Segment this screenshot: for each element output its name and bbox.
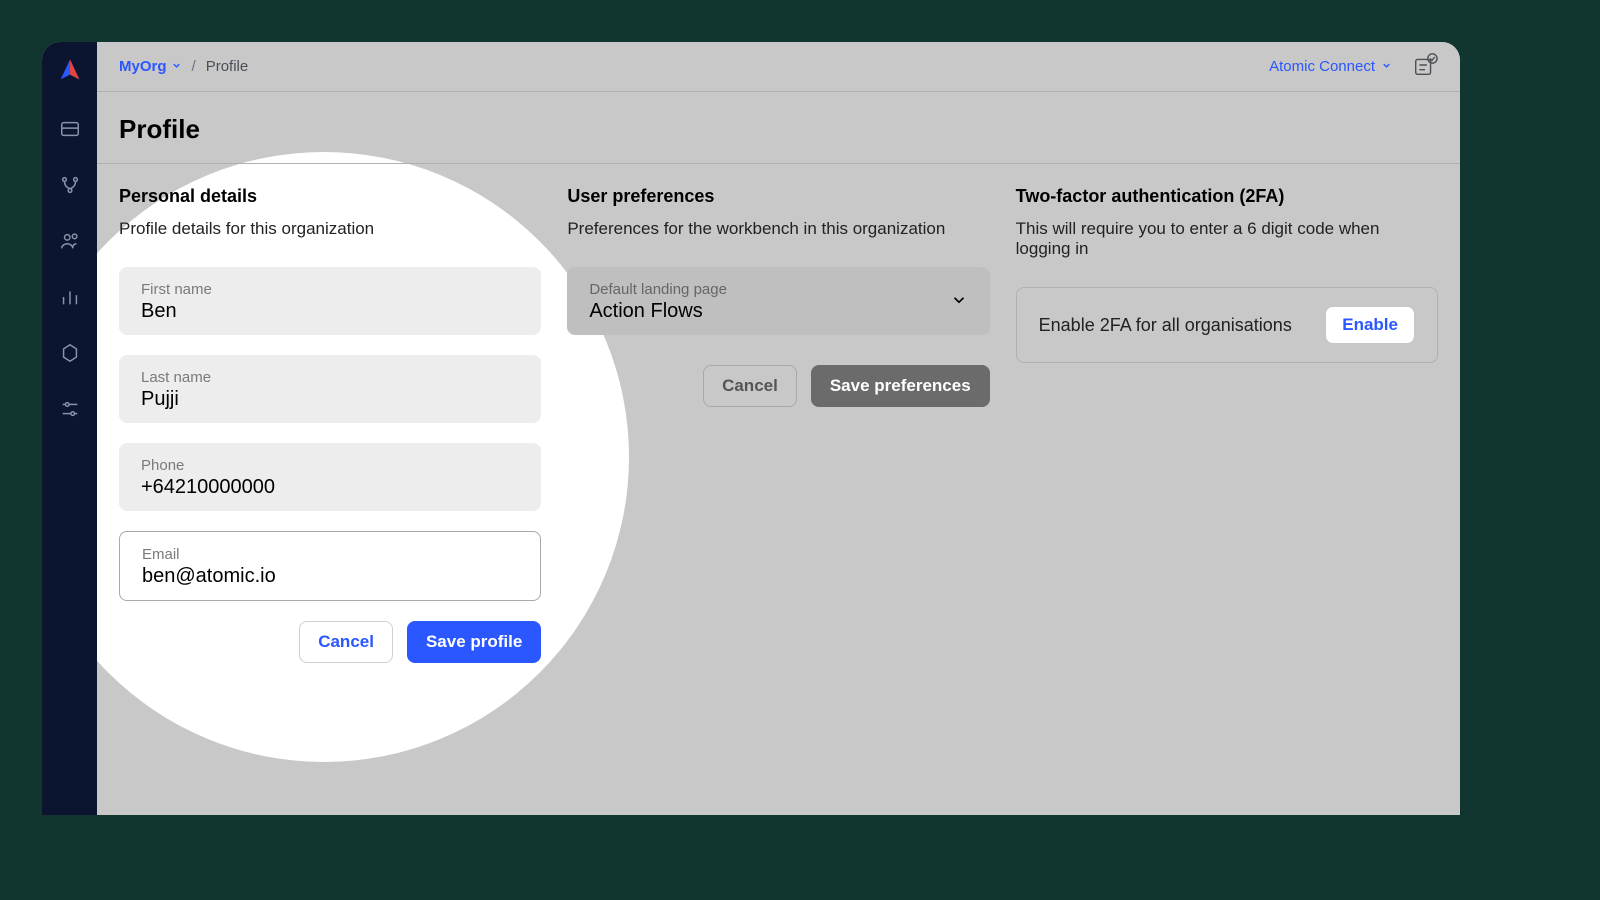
last-name-field[interactable]: Last name Pujji bbox=[119, 355, 541, 423]
sidebar bbox=[42, 42, 97, 815]
cancel-button[interactable]: Cancel bbox=[299, 621, 393, 663]
select-value: Action Flows bbox=[589, 300, 727, 323]
tfa-section: Two-factor authentication (2FA) This wil… bbox=[1016, 186, 1438, 663]
enable-2fa-button[interactable]: Enable bbox=[1325, 306, 1415, 344]
field-label: Phone bbox=[141, 457, 519, 474]
breadcrumb-separator: / bbox=[192, 58, 196, 75]
user-preferences-section: User preferences Preferences for the wor… bbox=[567, 186, 989, 663]
settings-icon[interactable] bbox=[59, 342, 81, 364]
select-label: Default landing page bbox=[589, 281, 727, 298]
landing-page-select[interactable]: Default landing page Action Flows bbox=[567, 267, 989, 335]
cards-icon[interactable] bbox=[59, 118, 81, 140]
email-field[interactable]: Email ben@atomic.io bbox=[119, 531, 541, 601]
app-window: MyOrg / Profile Atomic Connect P bbox=[42, 42, 1460, 815]
flows-icon[interactable] bbox=[59, 174, 81, 196]
prefs-subtext: Preferences for the workbench in this or… bbox=[567, 219, 989, 239]
atomic-connect-menu[interactable]: Atomic Connect bbox=[1269, 58, 1392, 75]
breadcrumb-org[interactable]: MyOrg bbox=[119, 58, 182, 75]
prefs-heading: User preferences bbox=[567, 186, 989, 207]
config-icon[interactable] bbox=[59, 398, 81, 420]
page-title-bar: Profile bbox=[97, 92, 1460, 164]
field-label: First name bbox=[141, 281, 519, 298]
tasks-icon[interactable] bbox=[1412, 52, 1438, 82]
personal-details-section: Personal details Profile details for thi… bbox=[119, 186, 541, 663]
personal-heading: Personal details bbox=[119, 186, 541, 207]
chevron-down-icon bbox=[950, 291, 968, 314]
first-name-field[interactable]: First name Ben bbox=[119, 267, 541, 335]
field-label: Last name bbox=[141, 369, 519, 386]
field-value: ben@atomic.io bbox=[142, 565, 518, 588]
connect-label: Atomic Connect bbox=[1269, 58, 1375, 75]
app-logo bbox=[56, 56, 84, 84]
phone-field[interactable]: Phone +64210000000 bbox=[119, 443, 541, 511]
personal-subtext: Profile details for this organization bbox=[119, 219, 541, 239]
topbar: MyOrg / Profile Atomic Connect bbox=[97, 42, 1460, 92]
field-value: +64210000000 bbox=[141, 476, 519, 499]
field-label: Email bbox=[142, 546, 518, 563]
chevron-down-icon bbox=[1381, 58, 1392, 75]
save-preferences-button[interactable]: Save preferences bbox=[811, 365, 990, 407]
tfa-subtext: This will require you to enter a 6 digit… bbox=[1016, 219, 1438, 259]
main-area: MyOrg / Profile Atomic Connect P bbox=[97, 42, 1460, 815]
prefs-cancel-button[interactable]: Cancel bbox=[703, 365, 797, 407]
analytics-icon[interactable] bbox=[59, 286, 81, 308]
breadcrumb-org-label: MyOrg bbox=[119, 58, 167, 75]
tfa-label: Enable 2FA for all organisations bbox=[1039, 315, 1292, 336]
tfa-card: Enable 2FA for all organisations Enable bbox=[1016, 287, 1438, 363]
save-profile-button[interactable]: Save profile bbox=[407, 621, 541, 663]
chevron-down-icon bbox=[171, 58, 182, 75]
users-icon[interactable] bbox=[59, 230, 81, 252]
tfa-heading: Two-factor authentication (2FA) bbox=[1016, 186, 1438, 207]
field-value: Ben bbox=[141, 300, 519, 323]
page-title: Profile bbox=[119, 114, 1438, 145]
field-value: Pujji bbox=[141, 388, 519, 411]
breadcrumb-page: Profile bbox=[206, 58, 249, 75]
